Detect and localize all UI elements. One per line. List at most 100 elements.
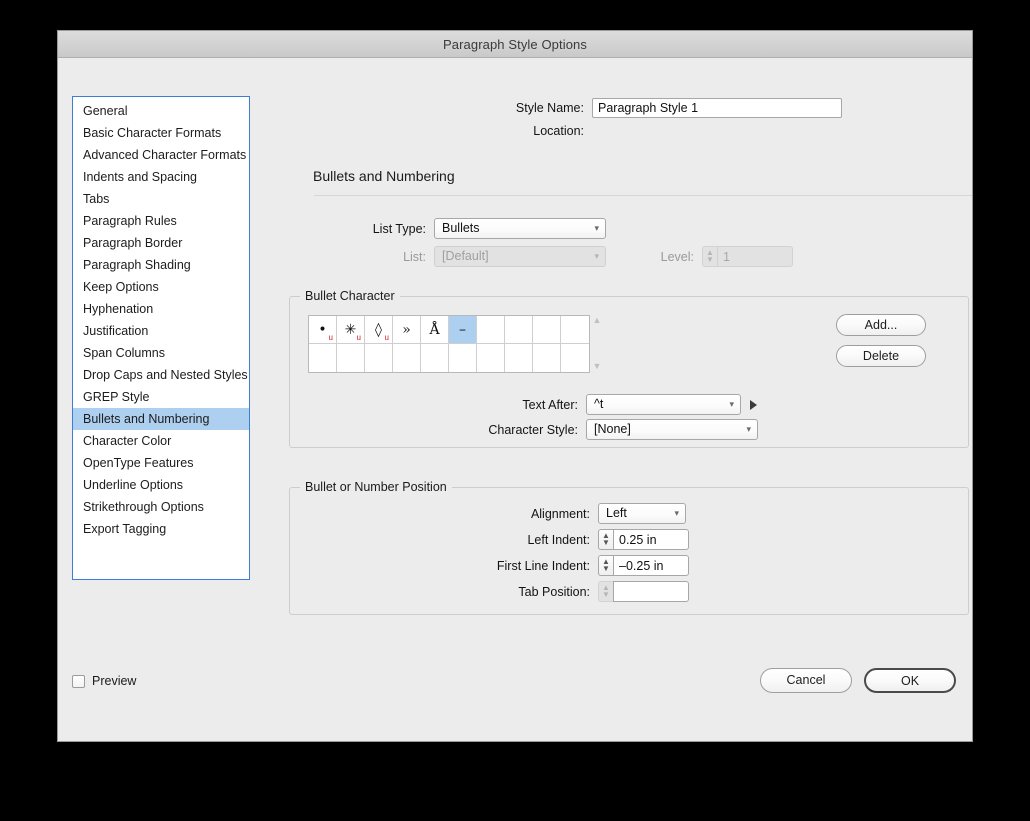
bullet-cell[interactable]: [337, 344, 365, 372]
sidebar-item-underline-options[interactable]: Underline Options: [73, 474, 249, 496]
sidebar-item-export-tagging[interactable]: Export Tagging: [73, 518, 249, 540]
unicode-marker-icon: u: [384, 333, 389, 342]
bullet-glyph: »: [402, 321, 411, 338]
left-indent-stepper-arrows[interactable]: ▲ ▼: [598, 529, 613, 550]
sidebar-item-character-color[interactable]: Character Color: [73, 430, 249, 452]
tab-position-stepper-arrows[interactable]: ▲ ▼: [598, 581, 613, 602]
scroll-down-icon[interactable]: ▼: [593, 361, 602, 371]
dialog-title: Paragraph Style Options: [443, 36, 587, 52]
sidebar-item-keep-options[interactable]: Keep Options: [73, 276, 249, 298]
bullet-cell[interactable]: [505, 344, 533, 372]
sidebar-item-label: GREP Style: [83, 390, 150, 404]
bullet-cell[interactable]: [561, 316, 589, 344]
dialog-body: General Basic Character Formats Advanced C…: [58, 58, 972, 741]
character-style-select[interactable]: [None] ▾: [586, 419, 758, 440]
sidebar-item-label: OpenType Features: [83, 456, 194, 470]
sidebar-item-bullets-and-numbering[interactable]: Bullets and Numbering: [73, 408, 249, 430]
bullet-glyph: –: [459, 321, 466, 338]
sidebar-item-strikethrough-options[interactable]: Strikethrough Options: [73, 496, 249, 518]
bullet-cell[interactable]: [533, 344, 561, 372]
first-line-indent-stepper-field[interactable]: ▲ ▼: [598, 555, 689, 576]
sidebar-item-drop-caps-and-nested-styles[interactable]: Drop Caps and Nested Styles: [73, 364, 249, 386]
bullet-cell[interactable]: • u: [309, 316, 337, 344]
stepper-down-icon[interactable]: ▼: [602, 564, 610, 573]
sidebar-item-paragraph-border[interactable]: Paragraph Border: [73, 232, 249, 254]
tab-position-input[interactable]: [613, 581, 689, 602]
text-after-expand-icon[interactable]: [750, 399, 757, 410]
preview-label: Preview: [92, 674, 137, 688]
text-after-select[interactable]: ^t ▾: [586, 394, 741, 415]
bullet-glyph: ✳: [344, 321, 357, 338]
stepper-down-icon[interactable]: ▼: [602, 590, 610, 599]
sidebar-item-label: Advanced Character Formats: [83, 148, 247, 162]
bullet-cell[interactable]: [393, 344, 421, 372]
style-name-row: Style Name:: [254, 98, 970, 118]
sidebar-item-label: Bullets and Numbering: [83, 412, 210, 426]
sidebar-item-opentype-features[interactable]: OpenType Features: [73, 452, 249, 474]
bullet-cell[interactable]: [477, 316, 505, 344]
unicode-marker-icon: u: [328, 333, 333, 342]
bullet-cell[interactable]: ◊ u: [365, 316, 393, 344]
sidebar-item-tabs[interactable]: Tabs: [73, 188, 249, 210]
bullet-cell[interactable]: –: [449, 316, 477, 344]
sidebar-item-hyphenation[interactable]: Hyphenation: [73, 298, 249, 320]
delete-button[interactable]: Delete: [836, 345, 926, 367]
left-indent-stepper-field[interactable]: ▲ ▼: [598, 529, 689, 550]
alignment-select[interactable]: Left ▾: [598, 503, 686, 524]
first-line-indent-stepper-arrows[interactable]: ▲ ▼: [598, 555, 613, 576]
bullet-cell[interactable]: [505, 316, 533, 344]
character-style-value: [None]: [594, 422, 631, 436]
list-select[interactable]: [Default] ▾: [434, 246, 606, 267]
ok-button[interactable]: OK: [864, 668, 956, 693]
add-button[interactable]: Add...: [836, 314, 926, 336]
sidebar-item-label: Paragraph Rules: [83, 214, 177, 228]
scroll-up-icon[interactable]: ▲: [593, 315, 602, 325]
sidebar-item-grep-style[interactable]: GREP Style: [73, 386, 249, 408]
sidebar-item-label: Hyphenation: [83, 302, 154, 316]
level-stepper-arrows[interactable]: ▲ ▼: [702, 246, 717, 267]
sidebar-item-label: Character Color: [83, 434, 172, 448]
left-indent-input[interactable]: [613, 529, 689, 550]
bullet-cell[interactable]: »: [393, 316, 421, 344]
section-title: Bullets and Numbering: [313, 168, 455, 184]
first-line-indent-input[interactable]: [613, 555, 689, 576]
stepper-down-icon[interactable]: ▼: [602, 538, 610, 547]
sidebar-item-general[interactable]: General: [73, 100, 249, 122]
tab-position-stepper-field[interactable]: ▲ ▼: [598, 581, 689, 602]
sidebar-item-label: Justification: [83, 324, 149, 338]
bullet-cell[interactable]: [309, 344, 337, 372]
style-name-input[interactable]: [592, 98, 842, 118]
sidebar-item-paragraph-rules[interactable]: Paragraph Rules: [73, 210, 249, 232]
sidebar-item-advanced-character-formats[interactable]: Advanced Character Formats: [73, 144, 249, 166]
preview-checkbox[interactable]: [72, 674, 85, 688]
level-input[interactable]: [717, 246, 793, 267]
sidebar-item-paragraph-shading[interactable]: Paragraph Shading: [73, 254, 249, 276]
bullet-cell[interactable]: [561, 344, 589, 372]
bullet-position-group: Bullet or Number Position Alignment: Lef…: [289, 480, 969, 615]
alignment-label: Alignment:: [530, 506, 590, 521]
sidebar-item-basic-character-formats[interactable]: Basic Character Formats: [73, 122, 249, 144]
sidebar-item-indents-and-spacing[interactable]: Indents and Spacing: [73, 166, 249, 188]
sidebar-item-label: Basic Character Formats: [83, 126, 222, 140]
level-stepper-field[interactable]: ▲ ▼: [702, 246, 793, 267]
list-label: List:: [403, 249, 426, 264]
bullet-cell[interactable]: ✳ u: [337, 316, 365, 344]
bullet-cell[interactable]: [477, 344, 505, 372]
stepper-down-icon[interactable]: ▼: [706, 255, 714, 264]
bullet-cell[interactable]: [421, 344, 449, 372]
cancel-button[interactable]: Cancel: [760, 668, 852, 693]
bullet-grid-scroll[interactable]: ▲ ▼: [590, 315, 604, 371]
preview-checkbox-row[interactable]: Preview: [72, 674, 136, 688]
bullet-cell[interactable]: [449, 344, 477, 372]
dialog-titlebar: Paragraph Style Options: [58, 31, 972, 58]
category-sidebar[interactable]: General Basic Character Formats Advanced C…: [72, 96, 250, 580]
bullet-cell[interactable]: [365, 344, 393, 372]
list-type-select[interactable]: Bullets ▾: [434, 218, 606, 239]
unicode-marker-icon: u: [356, 333, 361, 342]
bullet-cell[interactable]: Å: [421, 316, 449, 344]
bullet-character-grid[interactable]: • u ✳ u ◊ u» Å –: [308, 315, 590, 373]
sidebar-item-justification[interactable]: Justification: [73, 320, 249, 342]
chevron-down-icon: ▾: [674, 508, 679, 518]
sidebar-item-span-columns[interactable]: Span Columns: [73, 342, 249, 364]
bullet-cell[interactable]: [533, 316, 561, 344]
